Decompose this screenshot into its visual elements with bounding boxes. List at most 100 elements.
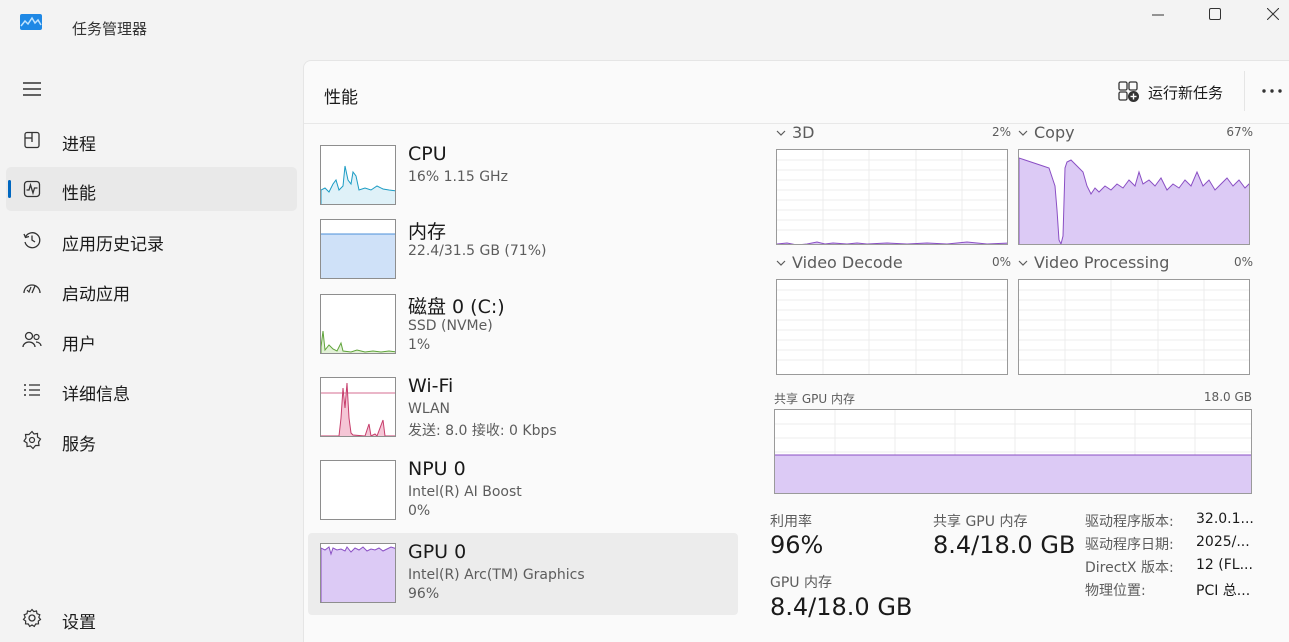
- sidebar-item-processes[interactable]: 进程: [6, 118, 297, 162]
- sidebar-item-startup[interactable]: 启动应用: [6, 268, 297, 312]
- device-memory[interactable]: 内存 22.4/31.5 GB (71%): [308, 209, 738, 291]
- memory-thumbnail: [320, 219, 396, 279]
- chevron-down-icon: [1018, 260, 1028, 266]
- sidebar-item-services[interactable]: 服务: [6, 418, 297, 462]
- device-name: Wi-Fi: [408, 375, 454, 397]
- sidebar-item-label: 服务: [62, 435, 96, 455]
- sidebar-item-details[interactable]: 详细信息: [6, 368, 297, 412]
- sidebar-item-label: 性能: [62, 184, 96, 204]
- gpu-memory-label: GPU 内存: [770, 575, 832, 591]
- device-subtitle: Intel(R) AI Boost: [408, 484, 522, 500]
- details-icon: [21, 379, 43, 401]
- users-icon: [21, 329, 43, 351]
- services-icon: [21, 429, 43, 451]
- shared-memory-graph-max: 18.0 GB: [1203, 390, 1252, 404]
- run-new-task-button[interactable]: 运行新任务: [1118, 79, 1223, 105]
- sidebar-item-history[interactable]: 应用历史记录: [6, 218, 297, 262]
- shared-memory-graph-label: 共享 GPU 内存: [774, 392, 855, 406]
- device-usage: 96%: [408, 586, 440, 602]
- device-gpu[interactable]: GPU 0 Intel(R) Arc(TM) Graphics 96%: [308, 533, 738, 615]
- device-npu[interactable]: NPU 0 Intel(R) AI Boost 0%: [308, 450, 738, 532]
- engine-3d-title[interactable]: 3D: [776, 123, 815, 142]
- processes-icon: [21, 129, 43, 151]
- header-divider: [1244, 71, 1245, 111]
- engine-name: 3D: [792, 123, 815, 142]
- run-task-icon: [1118, 81, 1139, 102]
- device-subtitle: SSD (NVMe): [408, 318, 493, 334]
- device-subtitle: 16% 1.15 GHz: [408, 169, 508, 185]
- device-subtitle: 22.4/31.5 GB (71%): [408, 243, 547, 259]
- maximize-button[interactable]: [1195, 4, 1235, 24]
- chevron-down-icon: [776, 130, 786, 136]
- device-name: CPU: [408, 143, 447, 165]
- utilization-label: 利用率: [770, 514, 812, 530]
- sidebar-item-settings[interactable]: 设置: [6, 596, 297, 640]
- driver-date-label: 驱动程序日期:: [1085, 537, 1174, 553]
- engine-copy-graph: [1018, 149, 1250, 245]
- maximize-icon: [1209, 8, 1221, 20]
- run-task-label: 运行新任务: [1148, 83, 1224, 102]
- device-subtitle: Intel(R) Arc(TM) Graphics: [408, 567, 585, 583]
- engine-name: Copy: [1034, 123, 1075, 142]
- main-panel: 性能 运行新任务 CPU 16% 1.15 GHz 内存 22.4/31.5 G…: [303, 60, 1289, 642]
- minimize-button[interactable]: [1138, 4, 1178, 24]
- history-icon: [21, 229, 43, 251]
- sidebar-item-label: 进程: [62, 135, 96, 155]
- engine-3d-percent: 2%: [991, 125, 1011, 139]
- app-title: 任务管理器: [72, 20, 148, 38]
- startup-icon: [21, 279, 43, 301]
- device-name: NPU 0: [408, 458, 466, 480]
- engine-name: Video Processing: [1034, 253, 1170, 272]
- device-usage: 发送: 8.0 接收: 0 Kbps: [408, 423, 557, 439]
- minimize-icon: [1152, 14, 1164, 16]
- sidebar-item-label: 设置: [62, 613, 96, 633]
- engine-copy-title[interactable]: Copy: [1018, 123, 1075, 142]
- shared-memory-graph: [774, 409, 1252, 494]
- sidebar-item-users[interactable]: 用户: [6, 318, 297, 362]
- chevron-down-icon: [776, 260, 786, 266]
- title-bar: 任务管理器: [0, 0, 1289, 56]
- sidebar-item-label: 启动应用: [62, 285, 130, 305]
- sidebar-item-label: 用户: [62, 335, 96, 355]
- driver-version-label: 驱动程序版本:: [1085, 514, 1174, 530]
- gpu-thumbnail: [320, 543, 396, 603]
- device-disk[interactable]: 磁盘 0 (C:) SSD (NVMe) 1%: [308, 284, 738, 366]
- directx-version-value: 12 (FL...: [1196, 557, 1253, 573]
- physical-location-label: 物理位置:: [1085, 583, 1146, 599]
- device-usage: 1%: [408, 337, 431, 353]
- device-subtitle: WLAN: [408, 401, 451, 417]
- driver-version-value: 32.0.1...: [1196, 511, 1254, 527]
- hamburger-icon[interactable]: [22, 80, 42, 98]
- npu-thumbnail: [320, 460, 396, 520]
- sidebar-item-label: 应用历史记录: [62, 235, 164, 255]
- engine-video-decode-percent: 0%: [991, 255, 1011, 269]
- device-usage: 0%: [408, 503, 431, 519]
- active-indicator: [8, 180, 11, 198]
- wifi-thumbnail: [320, 377, 396, 437]
- engine-video-processing-title[interactable]: Video Processing: [1018, 253, 1169, 272]
- more-icon[interactable]: [1260, 81, 1284, 101]
- device-name: 磁盘 0 (C:): [408, 296, 505, 318]
- sidebar-item-performance[interactable]: 性能: [6, 167, 297, 211]
- close-button[interactable]: [1253, 4, 1289, 24]
- cpu-thumbnail: [320, 145, 396, 205]
- disk-thumbnail: [320, 294, 396, 354]
- task-manager-logo: [20, 14, 42, 30]
- sidebar-item-label: 详细信息: [62, 385, 130, 405]
- chevron-down-icon: [1018, 130, 1028, 136]
- device-wifi[interactable]: Wi-Fi WLAN 发送: 8.0 接收: 0 Kbps: [308, 367, 738, 449]
- engine-video-processing-graph: [1018, 279, 1250, 375]
- utilization-value: 96%: [770, 531, 824, 559]
- performance-icon: [21, 178, 43, 200]
- shared-memory-value: 8.4/18.0 GB: [933, 531, 1076, 559]
- engine-3d-graph: [776, 149, 1008, 245]
- close-icon: [1267, 8, 1279, 20]
- device-cpu[interactable]: CPU 16% 1.15 GHz: [308, 135, 738, 217]
- driver-date-value: 2025/...: [1196, 534, 1250, 550]
- engine-video-decode-graph: [776, 279, 1008, 375]
- directx-version-label: DirectX 版本:: [1085, 560, 1174, 576]
- device-name: 内存: [408, 221, 447, 243]
- engine-name: Video Decode: [792, 253, 903, 272]
- shared-memory-label: 共享 GPU 内存: [933, 514, 1028, 530]
- engine-video-decode-title[interactable]: Video Decode: [776, 253, 903, 272]
